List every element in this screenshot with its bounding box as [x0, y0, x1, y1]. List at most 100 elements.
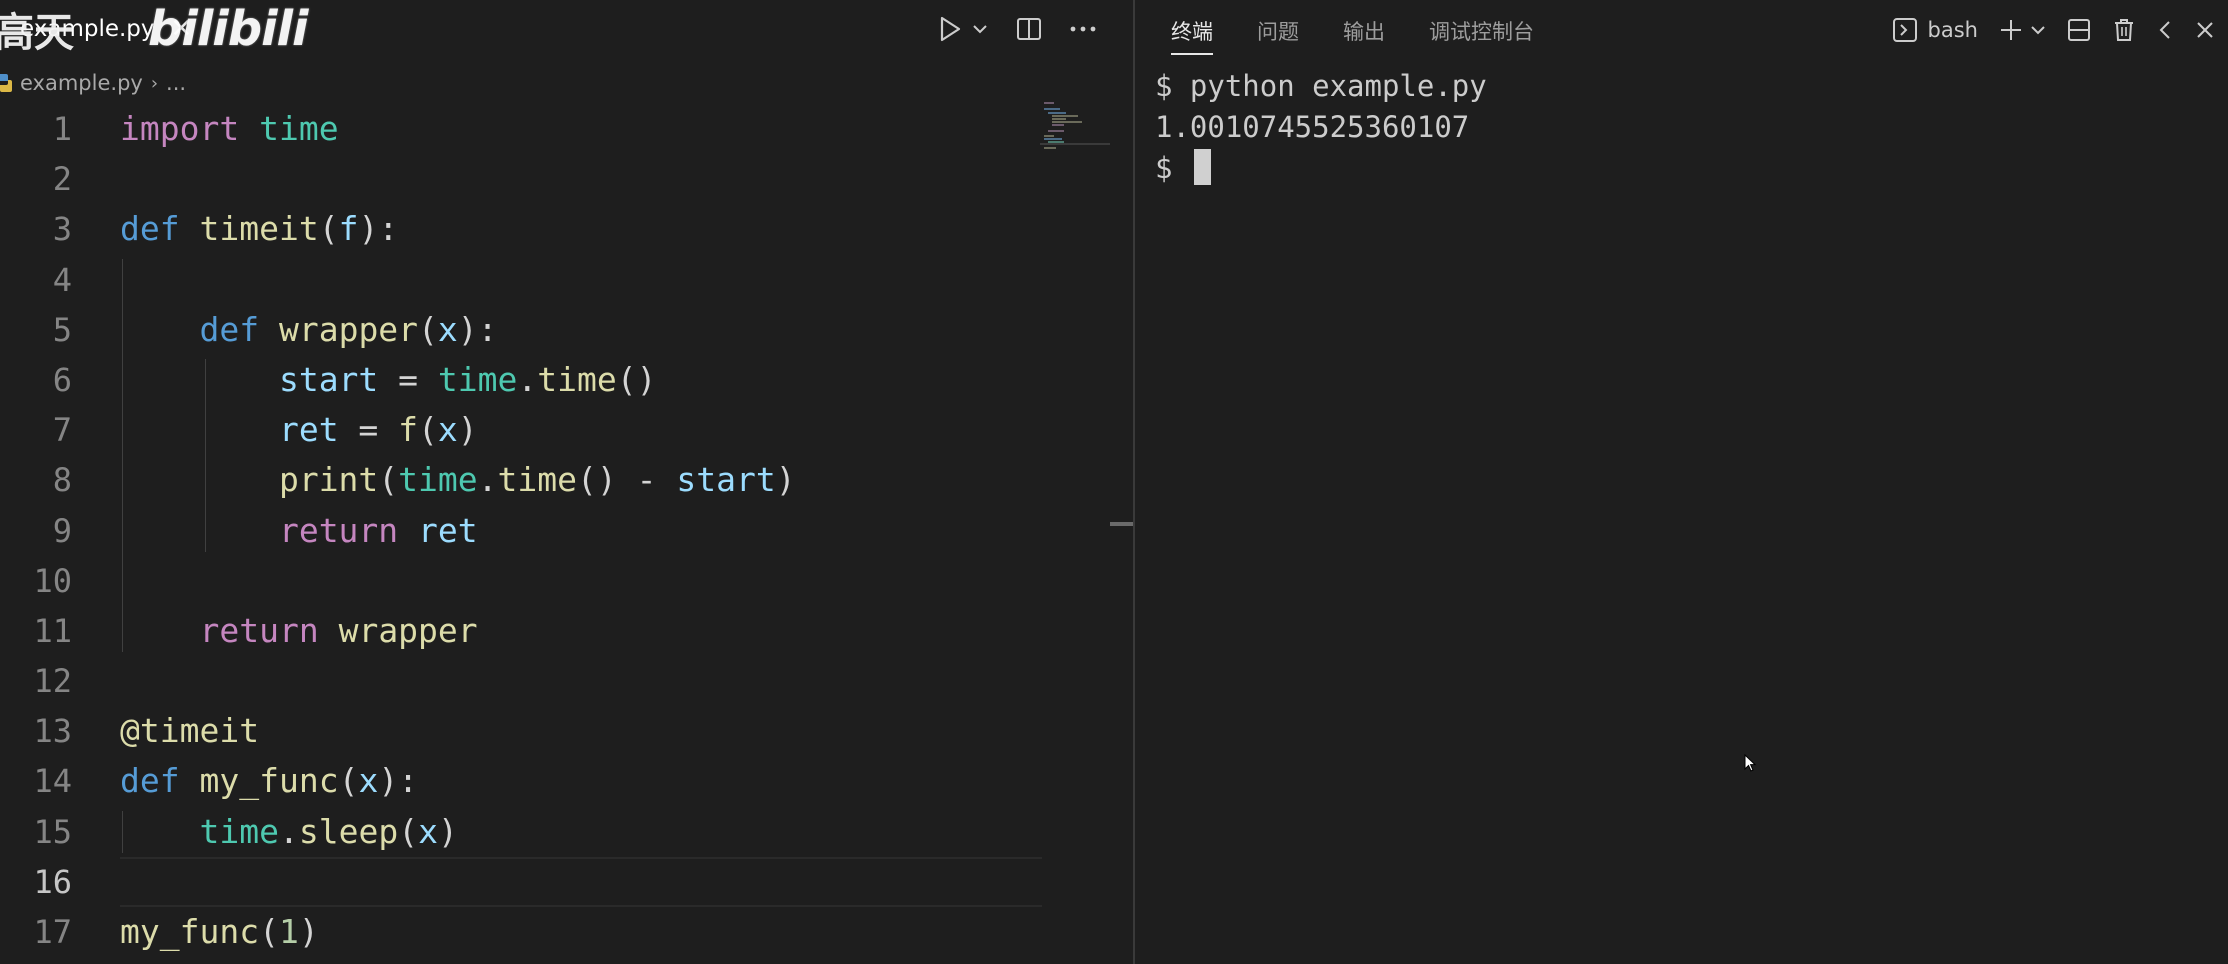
line-number: 7	[52, 411, 72, 450]
code-token: .	[278, 811, 299, 851]
tab-output[interactable]: 输出	[1343, 12, 1385, 52]
code-token: (	[259, 912, 279, 951]
code-token: def	[120, 761, 180, 801]
new-terminal-button[interactable]	[1998, 12, 2046, 48]
code-line[interactable]: 10	[0, 556, 1050, 606]
indent-guide	[122, 810, 123, 853]
line-number: 1	[52, 110, 72, 148]
tab-example-py[interactable]: example.py ✕	[0, 8, 192, 50]
terminal-output[interactable]: $ python example.py 1.0010745525360107 $	[1155, 66, 2215, 189]
collapse-panel-button[interactable]	[2156, 12, 2174, 48]
code-token: my_func	[120, 912, 260, 951]
code-line[interactable]: 9 return ret	[0, 506, 1050, 556]
code-line[interactable]: 15 time.sleep(x)	[0, 807, 1050, 857]
code-token: .	[477, 460, 498, 500]
code-token: time	[398, 460, 478, 500]
code-line[interactable]: 14 def my_func(x):	[0, 756, 1050, 806]
tab-terminal[interactable]: 终端	[1171, 12, 1213, 55]
code-line[interactable]: 5 def wrapper(x):	[0, 305, 1050, 355]
code-line[interactable]: 8 print(time.time() - start)	[0, 455, 1050, 505]
code-token: return	[278, 510, 399, 550]
chevron-down-icon[interactable]	[971, 20, 989, 38]
code-line[interactable]: 2	[0, 154, 1050, 204]
code-text: return ret	[120, 506, 478, 556]
breadcrumb: example.py › ...	[0, 66, 186, 100]
tab-debug-console[interactable]: 调试控制台	[1429, 12, 1534, 52]
code-line[interactable]: 12	[0, 656, 1050, 706]
breadcrumb-file[interactable]: example.py	[20, 71, 143, 95]
line-number: 3	[52, 210, 72, 249]
editor-tab-bar: example.py ✕ 高天 bilibili	[0, 0, 1133, 58]
more-actions-button[interactable]	[1069, 11, 1097, 47]
code-token: time	[497, 460, 578, 500]
close-panel-button[interactable]	[2194, 12, 2216, 48]
terminal-selector[interactable]: bash	[1892, 17, 1978, 43]
scrollbar-thumb[interactable]	[1110, 522, 1133, 526]
line-number: 17	[33, 913, 72, 951]
code-line[interactable]: 11 return wrapper	[0, 606, 1050, 656]
code-text: return wrapper	[120, 606, 477, 656]
line-number: 4	[52, 260, 72, 299]
code-token: (	[418, 410, 438, 450]
run-button[interactable]	[937, 11, 989, 47]
terminal-name: bash	[1927, 18, 1978, 42]
code-token: ret	[418, 510, 478, 550]
code-token: () -	[577, 460, 677, 500]
code-token: f	[398, 410, 419, 450]
code-token: f	[338, 209, 359, 249]
line-number: 15	[33, 812, 72, 851]
split-terminal-button[interactable]	[2066, 12, 2092, 48]
plus-icon	[2001, 20, 2021, 40]
panel-actions: bash	[1892, 10, 2216, 50]
terminal-prompt-line: $	[1155, 148, 2215, 189]
line-number: 5	[52, 310, 72, 349]
code-line[interactable]: 16	[0, 856, 1050, 908]
code-text: import time	[120, 104, 339, 154]
trash-icon	[2115, 19, 2133, 41]
chevron-left-icon	[2159, 21, 2170, 39]
code-line[interactable]: 3 def timeit(f):	[0, 204, 1050, 254]
code-token: def	[120, 209, 180, 249]
minimap[interactable]	[1040, 100, 1110, 160]
code-token: ):	[358, 209, 399, 249]
indent-guide	[205, 359, 206, 552]
split-editor-icon	[1017, 18, 1041, 40]
split-editor-button[interactable]	[1015, 11, 1043, 47]
split-terminal-icon	[2068, 19, 2090, 41]
code-line[interactable]: 17 my_func(1)	[0, 907, 1050, 957]
ellipsis-icon	[1070, 26, 1096, 32]
line-number: 9	[52, 511, 72, 550]
editor-pane: example.py ✕ 高天 bilibili example.py › ..…	[0, 0, 1133, 964]
code-line[interactable]: 13 @timeit	[0, 706, 1050, 756]
line-number: 14	[33, 762, 72, 801]
tab-problems[interactable]: 问题	[1257, 12, 1299, 52]
code-line[interactable]: 7 ret = f(x)	[0, 405, 1050, 455]
code-token: .	[517, 359, 538, 399]
code-text: def timeit(f):	[120, 204, 398, 254]
terminal-line: $ python example.py	[1155, 69, 1487, 103]
code-token: def	[199, 309, 260, 349]
code-line[interactable]: 1 import time	[0, 104, 1050, 154]
breadcrumb-symbols[interactable]: ...	[166, 71, 186, 95]
kill-terminal-button[interactable]	[2112, 12, 2136, 48]
code-token: return	[199, 610, 319, 650]
line-number: 13	[33, 712, 72, 751]
close-icon[interactable]: ✕	[171, 14, 193, 44]
chevron-down-icon[interactable]	[2030, 22, 2046, 38]
code-text: start = time.time()	[120, 355, 657, 405]
code-editor[interactable]: 1 import time 2 3 def timeit(f): 4 5 def wrapp…	[0, 104, 1050, 957]
code-token: time	[199, 811, 279, 851]
tab-label: example.py	[20, 16, 155, 42]
code-token: (	[378, 460, 399, 500]
code-line[interactable]: 6 start = time.time()	[0, 355, 1050, 405]
code-line[interactable]: 4	[0, 255, 1050, 305]
code-text: @timeit	[120, 706, 259, 756]
terminal-line: 1.0010745525360107	[1155, 110, 1470, 144]
